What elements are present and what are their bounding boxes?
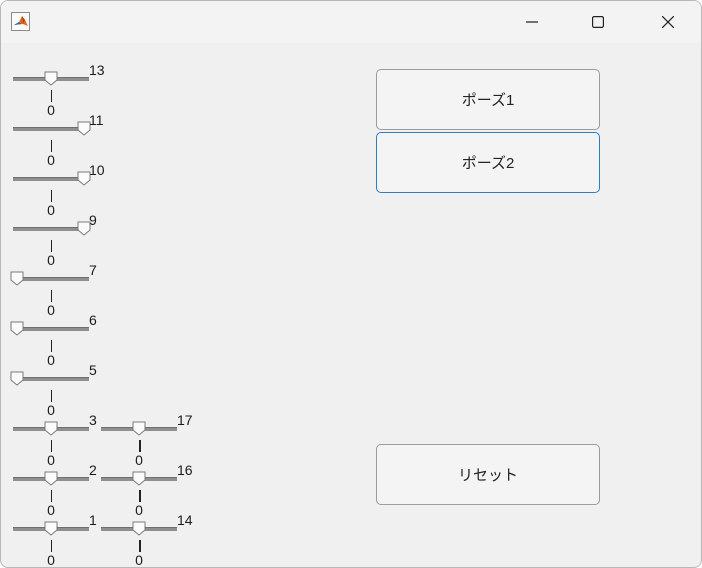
joint-slider-10[interactable]: [13, 168, 91, 190]
slider-max-label: 6: [89, 312, 97, 328]
slider-min-label: 0: [47, 152, 55, 168]
maximize-icon: [592, 16, 604, 28]
slider-thumb[interactable]: [10, 271, 24, 286]
slider-thumb[interactable]: [44, 421, 58, 436]
slider-tick-mark: [139, 440, 141, 452]
pose1-button[interactable]: ポーズ1: [376, 69, 600, 130]
slider-max-label: 17: [177, 412, 193, 428]
slider-tick-mark: [51, 340, 52, 352]
slider-tick-mark: [51, 190, 52, 202]
slider-min-label: 0: [47, 402, 55, 418]
matlab-app-icon: [11, 12, 30, 31]
slider-max-label: 5: [89, 362, 97, 378]
slider-tick-mark: [139, 540, 141, 552]
slider-max-label: 1: [89, 512, 97, 528]
slider-thumb[interactable]: [44, 471, 58, 486]
slider-thumb[interactable]: [10, 371, 24, 386]
slider-min-label: 0: [47, 202, 55, 218]
slider-min-label: 0: [135, 452, 143, 468]
slider-max-label: 14: [177, 512, 193, 528]
slider-track[interactable]: [13, 327, 89, 331]
slider-track[interactable]: [13, 377, 89, 381]
joint-slider-7[interactable]: [10, 268, 89, 290]
slider-min-label: 0: [47, 352, 55, 368]
slider-thumb[interactable]: [10, 321, 24, 336]
slider-tick-mark: [51, 90, 52, 102]
slider-min-label: 0: [135, 502, 143, 518]
pose2-button[interactable]: ポーズ2: [376, 132, 600, 193]
slider-min-label: 0: [47, 252, 55, 268]
joint-slider-16[interactable]: [101, 468, 177, 490]
slider-max-label: 9: [89, 212, 97, 228]
slider-tick-mark: [51, 390, 52, 402]
slider-tick-mark: [139, 490, 141, 502]
slider-max-label: 3: [89, 412, 97, 428]
slider-max-label: 16: [177, 462, 193, 478]
joint-slider-9[interactable]: [13, 218, 91, 240]
slider-thumb[interactable]: [132, 471, 146, 486]
close-button[interactable]: [645, 1, 691, 43]
slider-tick-mark: [51, 290, 52, 302]
slider-tick-mark: [51, 490, 52, 502]
slider-tick-mark: [51, 440, 52, 452]
joint-slider-3[interactable]: [13, 418, 89, 440]
close-icon: [662, 16, 674, 28]
joint-slider-1[interactable]: [13, 518, 89, 540]
slider-thumb[interactable]: [44, 71, 58, 86]
slider-min-label: 0: [47, 302, 55, 318]
slider-tick-mark: [51, 240, 52, 252]
joint-slider-11[interactable]: [13, 118, 91, 140]
slider-track[interactable]: [13, 277, 89, 281]
slider-max-label: 2: [89, 462, 97, 478]
reset-button[interactable]: リセット: [376, 444, 600, 505]
slider-max-label: 7: [89, 262, 97, 278]
slider-thumb[interactable]: [132, 421, 146, 436]
slider-min-label: 0: [135, 552, 143, 568]
minimize-icon: [526, 21, 538, 23]
joint-slider-13[interactable]: [13, 68, 89, 90]
maximize-button[interactable]: [575, 1, 621, 43]
minimize-button[interactable]: [509, 1, 555, 43]
slider-max-label: 10: [89, 162, 105, 178]
joint-slider-5[interactable]: [10, 368, 89, 390]
slider-thumb[interactable]: [44, 521, 58, 536]
slider-max-label: 13: [89, 62, 105, 78]
joint-slider-14[interactable]: [101, 518, 177, 540]
slider-thumb[interactable]: [132, 521, 146, 536]
slider-min-label: 0: [47, 452, 55, 468]
slider-tick-mark: [51, 140, 52, 152]
joint-slider-6[interactable]: [10, 318, 89, 340]
slider-max-label: 11: [89, 112, 104, 128]
app-window: 13 0 11 0 10 0 9 0 7 0 6 0 5 0 3 0 2 0 1 0 17 0 16 0 14 0 ポーズ1 ポー…: [0, 0, 702, 568]
joint-slider-17[interactable]: [101, 418, 177, 440]
slider-min-label: 0: [47, 102, 55, 118]
title-bar: [1, 1, 701, 43]
slider-min-label: 0: [47, 552, 55, 568]
slider-tick-mark: [51, 540, 52, 552]
slider-min-label: 0: [47, 502, 55, 518]
joint-slider-2[interactable]: [13, 468, 89, 490]
